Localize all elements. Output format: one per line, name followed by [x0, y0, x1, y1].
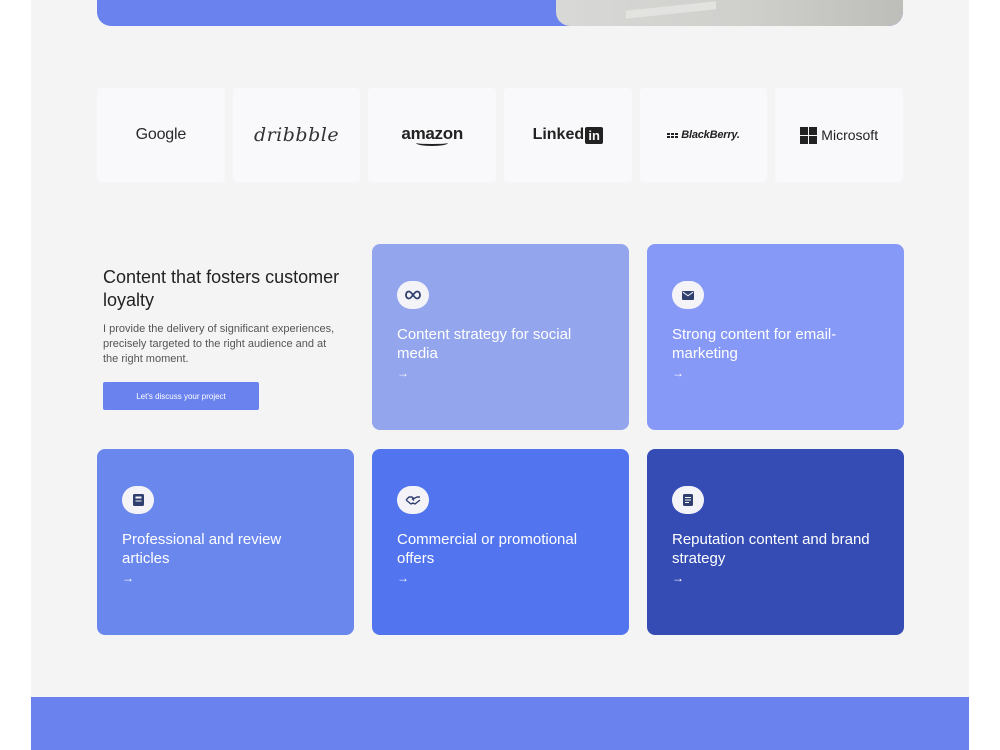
hero-image	[556, 0, 903, 26]
mail-icon	[672, 281, 704, 309]
arrow-right-icon[interactable]: →	[397, 366, 604, 380]
service-title: Content strategy for social media	[397, 326, 572, 362]
book-icon	[122, 486, 154, 514]
service-card-articles[interactable]: Professional and review articles →	[97, 449, 354, 635]
service-card-social-media[interactable]: Content strategy for social media →	[372, 244, 629, 430]
linkedin-logo-text: Linked	[532, 126, 585, 143]
logo-microsoft: Microsoft	[775, 88, 904, 182]
client-logos: Google dribbble amazon Linked in BlackBe…	[97, 88, 904, 182]
logo-dribbble: dribbble	[232, 88, 361, 182]
logo-google: Google	[97, 88, 225, 182]
infinity-icon	[397, 281, 429, 309]
footer-banner	[31, 697, 969, 750]
service-title: Professional and review articles	[122, 531, 282, 567]
linkedin-in-badge: in	[585, 126, 604, 144]
amazon-smile-icon	[416, 140, 449, 146]
arrow-right-icon[interactable]: →	[672, 571, 879, 585]
section-description: I provide the delivery of significant ex…	[103, 323, 335, 365]
hero-banner	[97, 0, 903, 26]
microsoft-logo-text: Microsoft	[821, 127, 879, 143]
arrow-right-icon[interactable]: →	[397, 571, 604, 585]
services-intro: Content that fosters customer loyalty I …	[103, 266, 343, 367]
blackberry-logo-text: BlackBerry.	[681, 129, 740, 141]
arrow-right-icon[interactable]: →	[672, 366, 879, 380]
discuss-project-button[interactable]: Let's discuss your project	[103, 382, 259, 410]
section-title: Content that fosters customer loyalty	[103, 267, 340, 310]
service-title: Commercial or promotional offers	[397, 531, 578, 567]
blackberry-icon	[667, 132, 679, 138]
service-title: Reputation content and brand strategy	[672, 531, 870, 567]
logo-blackberry: BlackBerry.	[639, 88, 768, 182]
dribbble-logo-text: dribbble	[253, 124, 340, 146]
microsoft-icon	[800, 126, 818, 144]
service-card-email-marketing[interactable]: Strong content for email-marketing →	[647, 244, 904, 430]
service-card-offers[interactable]: Commercial or promotional offers →	[372, 449, 629, 635]
logo-linkedin: Linked in	[504, 88, 632, 182]
page-section: Google dribbble amazon Linked in BlackBe…	[31, 0, 969, 750]
service-card-reputation[interactable]: Reputation content and brand strategy →	[647, 449, 904, 635]
logo-amazon: amazon	[368, 88, 497, 182]
amazon-logo-text: amazon	[401, 123, 463, 143]
google-logo-text: Google	[135, 126, 187, 143]
arrow-right-icon[interactable]: →	[122, 571, 329, 585]
handshake-icon	[397, 486, 429, 514]
service-title: Strong content for email-marketing	[672, 326, 837, 362]
document-icon	[672, 486, 704, 514]
